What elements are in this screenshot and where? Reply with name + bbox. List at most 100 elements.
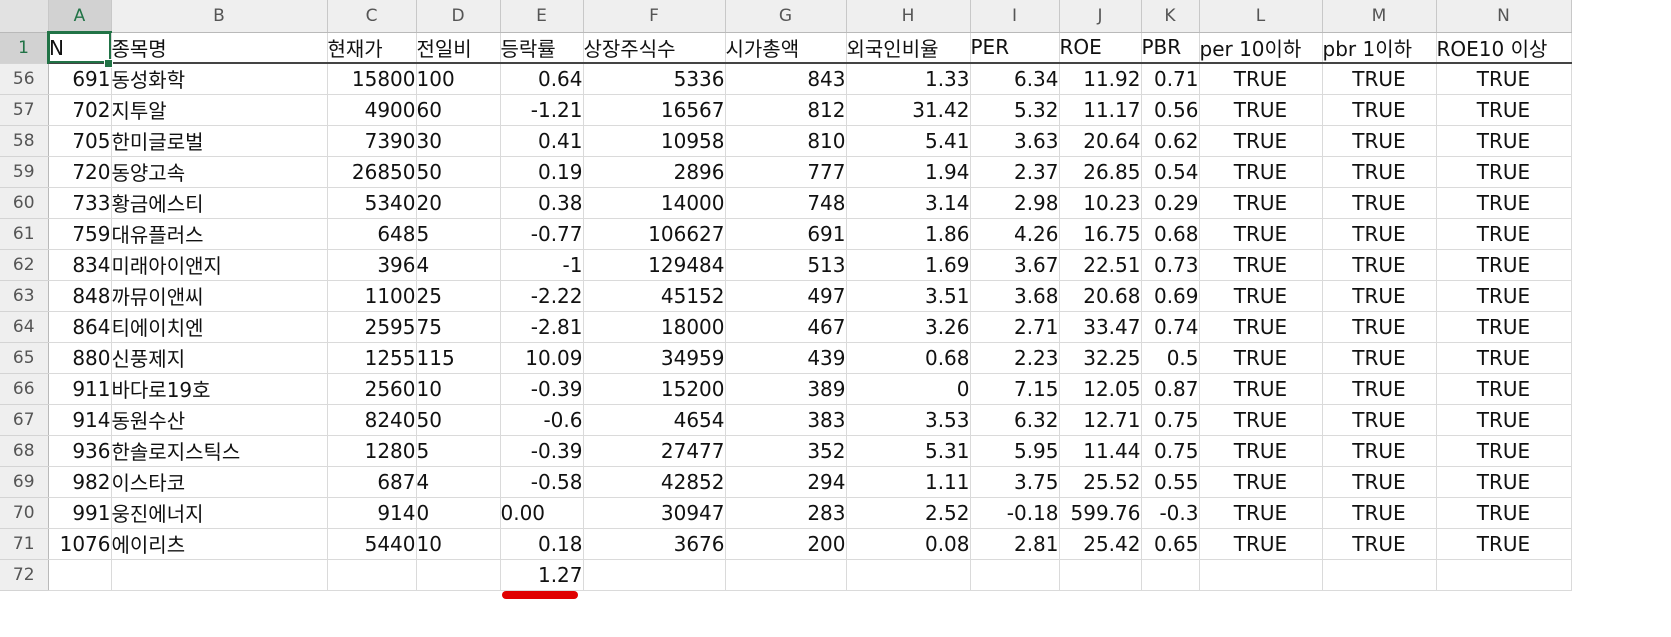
- cell-pbr[interactable]: 0.68: [1141, 218, 1200, 250]
- cell-change-rate[interactable]: 0.19: [500, 156, 584, 188]
- header-cell-stock-name[interactable]: 종목명: [111, 32, 328, 64]
- cell-current-price[interactable]: 687: [327, 466, 417, 498]
- cell-roe10-above[interactable]: TRUE: [1436, 435, 1572, 467]
- cell-n[interactable]: 911: [48, 373, 112, 405]
- row-header[interactable]: 68: [0, 435, 49, 467]
- row-header[interactable]: 1: [0, 32, 49, 64]
- cell-pbr[interactable]: 0.87: [1141, 373, 1200, 405]
- cell-market-cap[interactable]: 283: [725, 497, 847, 529]
- cell-change-rate[interactable]: 0.18: [500, 528, 584, 560]
- cell-change-rate[interactable]: 0.38: [500, 187, 584, 219]
- cell-pbr-1-below[interactable]: TRUE: [1322, 63, 1437, 95]
- cell-pbr[interactable]: 0.29: [1141, 187, 1200, 219]
- cell-pbr[interactable]: 0.69: [1141, 280, 1200, 312]
- cell-per-10-below[interactable]: TRUE: [1199, 466, 1323, 498]
- cell-roe10-above[interactable]: TRUE: [1436, 311, 1572, 343]
- cell-market-cap[interactable]: 200: [725, 528, 847, 560]
- cell-current-price[interactable]: 2560: [327, 373, 417, 405]
- cell-per[interactable]: 5.32: [970, 94, 1060, 126]
- cell-change[interactable]: 30: [416, 125, 501, 157]
- cell-change-rate[interactable]: 10.09: [500, 342, 584, 374]
- cell-pbr-1-below[interactable]: TRUE: [1322, 94, 1437, 126]
- row-header[interactable]: 62: [0, 249, 49, 281]
- cell-change[interactable]: 75: [416, 311, 501, 343]
- cell-roe10-above[interactable]: TRUE: [1436, 156, 1572, 188]
- spreadsheet-grid[interactable]: ABCDEFGHIJKLMN 1 N 종목명 현재가 전일비 등락률 상장주식수 시가총액 외국…: [0, 0, 1572, 591]
- cell-market-cap[interactable]: 497: [725, 280, 847, 312]
- cell-foreign-ratio[interactable]: 3.14: [846, 187, 971, 219]
- cell-roe[interactable]: 16.75: [1059, 218, 1142, 250]
- cell-current-price[interactable]: 1255: [327, 342, 417, 374]
- cell-market-cap[interactable]: 691: [725, 218, 847, 250]
- column-header-b[interactable]: B: [111, 0, 328, 33]
- row-header[interactable]: 61: [0, 218, 49, 250]
- cell-pbr-1-below[interactable]: TRUE: [1322, 125, 1437, 157]
- cell-listed-shares[interactable]: 2896: [583, 156, 726, 188]
- cell-roe[interactable]: 20.68: [1059, 280, 1142, 312]
- cell-market-cap[interactable]: 843: [725, 63, 847, 95]
- cell-change[interactable]: 5: [416, 435, 501, 467]
- cell-roe[interactable]: 12.05: [1059, 373, 1142, 405]
- cell-foreign-ratio[interactable]: 1.94: [846, 156, 971, 188]
- cell-n[interactable]: [48, 559, 112, 591]
- cell-pbr-1-below[interactable]: TRUE: [1322, 466, 1437, 498]
- cell-n[interactable]: 880: [48, 342, 112, 374]
- cell-foreign-ratio[interactable]: 5.31: [846, 435, 971, 467]
- cell-change-rate[interactable]: 0.00: [500, 497, 584, 529]
- cell-roe[interactable]: 10.23: [1059, 187, 1142, 219]
- column-header-e[interactable]: E: [500, 0, 584, 33]
- cell-listed-shares[interactable]: 14000: [583, 187, 726, 219]
- cell-per-10-below[interactable]: TRUE: [1199, 342, 1323, 374]
- column-header-n[interactable]: N: [1436, 0, 1572, 33]
- cell-listed-shares[interactable]: 45152: [583, 280, 726, 312]
- cell-stock-name[interactable]: 황금에스티: [111, 187, 328, 219]
- header-cell-change-rate[interactable]: 등락률: [500, 32, 584, 64]
- cell-per-10-below[interactable]: [1199, 559, 1323, 591]
- row-header[interactable]: 60: [0, 187, 49, 219]
- row-header[interactable]: 56: [0, 63, 49, 95]
- cell-change[interactable]: 0: [416, 497, 501, 529]
- cell-roe10-above[interactable]: TRUE: [1436, 125, 1572, 157]
- cell-per-10-below[interactable]: TRUE: [1199, 528, 1323, 560]
- cell-roe10-above[interactable]: TRUE: [1436, 342, 1572, 374]
- cell-pbr[interactable]: 0.73: [1141, 249, 1200, 281]
- cell-change[interactable]: 10: [416, 373, 501, 405]
- cell-change[interactable]: 100: [416, 63, 501, 95]
- cell-current-price[interactable]: 5440: [327, 528, 417, 560]
- cell-pbr[interactable]: 0.56: [1141, 94, 1200, 126]
- row-header[interactable]: 63: [0, 280, 49, 312]
- cell-stock-name[interactable]: 까뮤이앤씨: [111, 280, 328, 312]
- cell-pbr-1-below[interactable]: [1322, 559, 1437, 591]
- cell-roe10-above[interactable]: TRUE: [1436, 404, 1572, 436]
- cell-foreign-ratio[interactable]: 3.53: [846, 404, 971, 436]
- header-cell-per-10-below[interactable]: per 10이하: [1199, 32, 1323, 64]
- cell-n[interactable]: 705: [48, 125, 112, 157]
- cell-per[interactable]: 3.67: [970, 249, 1060, 281]
- cell-listed-shares[interactable]: [583, 559, 726, 591]
- cell-change-rate[interactable]: -1.21: [500, 94, 584, 126]
- cell-n[interactable]: 991: [48, 497, 112, 529]
- cell-roe10-above[interactable]: TRUE: [1436, 249, 1572, 281]
- row-header[interactable]: 65: [0, 342, 49, 374]
- cell-listed-shares[interactable]: 27477: [583, 435, 726, 467]
- cell-roe[interactable]: 25.52: [1059, 466, 1142, 498]
- cell-foreign-ratio[interactable]: 1.11: [846, 466, 971, 498]
- cell-pbr[interactable]: 0.62: [1141, 125, 1200, 157]
- cell-roe10-above[interactable]: TRUE: [1436, 280, 1572, 312]
- header-cell-current-price[interactable]: 현재가: [327, 32, 417, 64]
- cell-per[interactable]: [970, 559, 1060, 591]
- cell-pbr[interactable]: [1141, 559, 1200, 591]
- cell-foreign-ratio[interactable]: 1.86: [846, 218, 971, 250]
- cell-change-rate[interactable]: -2.22: [500, 280, 584, 312]
- cell-pbr[interactable]: 0.75: [1141, 404, 1200, 436]
- cell-listed-shares[interactable]: 129484: [583, 249, 726, 281]
- cell-n[interactable]: 1076: [48, 528, 112, 560]
- cell-market-cap[interactable]: 389: [725, 373, 847, 405]
- cell-n[interactable]: 864: [48, 311, 112, 343]
- cell-n[interactable]: 834: [48, 249, 112, 281]
- cell-per-10-below[interactable]: TRUE: [1199, 435, 1323, 467]
- cell-roe[interactable]: 11.17: [1059, 94, 1142, 126]
- cell-per[interactable]: 6.32: [970, 404, 1060, 436]
- cell-change[interactable]: [416, 559, 501, 591]
- cell-pbr-1-below[interactable]: TRUE: [1322, 404, 1437, 436]
